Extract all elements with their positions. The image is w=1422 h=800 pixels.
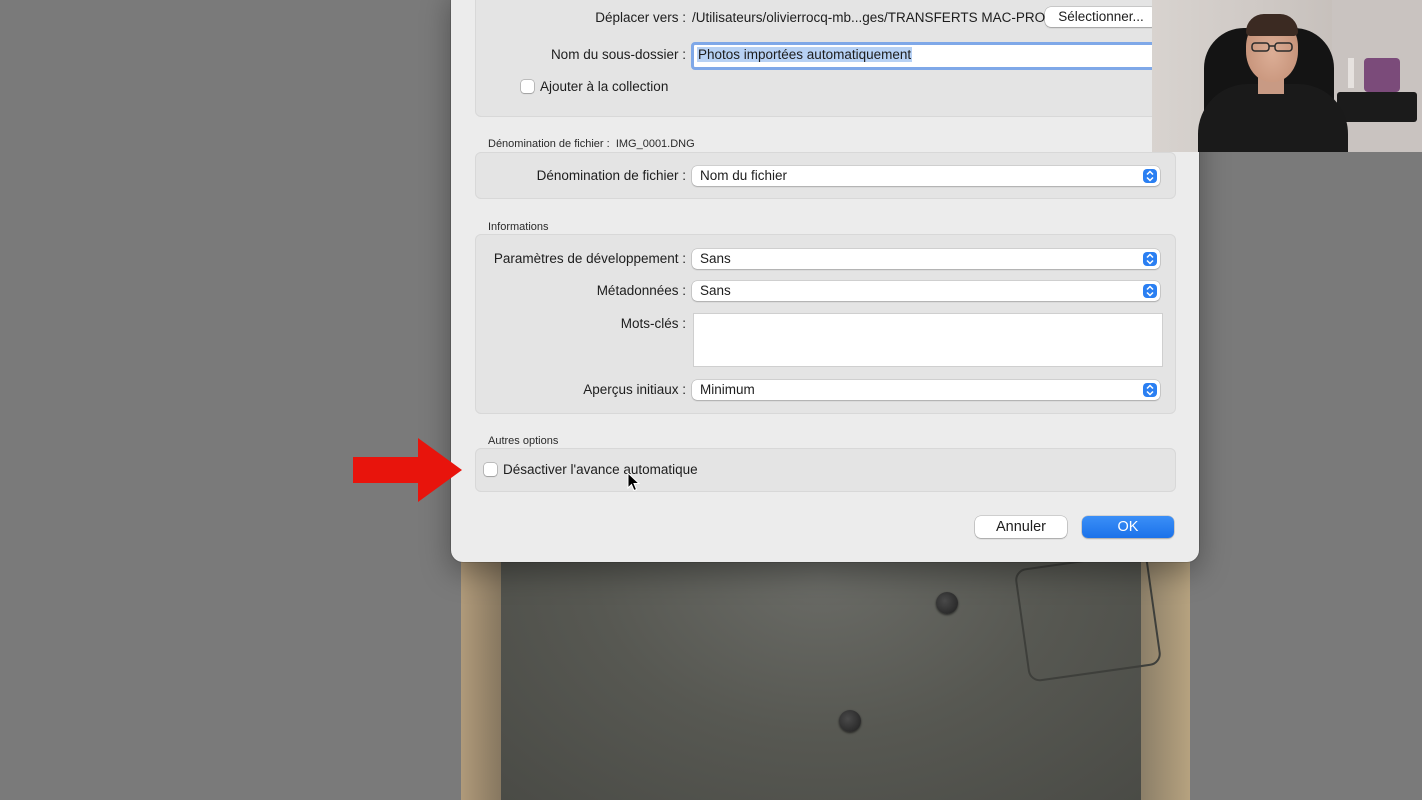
metadata-select[interactable]: Sans	[692, 281, 1160, 301]
file-naming-label: Dénomination de fichier :	[536, 168, 686, 183]
initial-previews-select[interactable]: Minimum	[692, 380, 1160, 400]
webcam-overlay	[1152, 0, 1422, 152]
add-to-collection-label: Ajouter à la collection	[540, 79, 669, 94]
select-folder-button[interactable]: Sélectionner...	[1045, 7, 1157, 27]
photo-button	[839, 710, 861, 732]
informations-section-title: Informations	[488, 221, 549, 233]
photo-button	[936, 592, 958, 614]
disable-auto-advance-checkbox[interactable]	[484, 463, 497, 476]
photo-pocket	[1013, 551, 1163, 683]
metadata-value: Sans	[700, 283, 731, 298]
disable-auto-advance-label: Désactiver l'avance automatique	[503, 462, 698, 477]
move-to-label: Déplacer vers :	[595, 10, 686, 25]
file-naming-section-title: Dénomination de fichier : IMG_0001.DNG	[488, 138, 695, 150]
chevron-updown-icon	[1143, 169, 1157, 183]
move-to-path: /Utilisateurs/olivierrocq-mb...ges/TRANS…	[692, 10, 1046, 25]
presenter-body	[1198, 84, 1348, 152]
keywords-label: Mots-clés :	[620, 316, 686, 331]
file-naming-select-value: Nom du fichier	[700, 168, 788, 183]
initial-previews-label: Aperçus initiaux :	[583, 382, 686, 397]
metadata-label: Métadonnées :	[596, 283, 686, 298]
mouse-cursor-icon	[627, 472, 641, 492]
develop-settings-label: Paramètres de développement :	[493, 251, 686, 266]
chevron-updown-icon	[1143, 252, 1157, 266]
import-preset-dialog: Déplacer vers : /Utilisateurs/olivierroc…	[451, 0, 1199, 562]
chevron-updown-icon	[1143, 284, 1157, 298]
presenter-glasses	[1251, 42, 1293, 52]
screen: Déplacer vers : /Utilisateurs/olivierroc…	[0, 0, 1422, 800]
develop-settings-value: Sans	[700, 251, 731, 266]
ok-button[interactable]: OK	[1082, 516, 1174, 538]
file-naming-select[interactable]: Nom du fichier	[692, 166, 1160, 186]
red-arrow-icon	[353, 438, 462, 502]
webcam-desk-equipment	[1337, 92, 1417, 122]
file-naming-sample: IMG_0001.DNG	[615, 138, 695, 150]
file-naming-section-label: Dénomination de fichier :	[488, 138, 610, 150]
webcam-decoration	[1364, 58, 1400, 92]
background-photo	[461, 520, 1190, 800]
initial-previews-value: Minimum	[700, 382, 755, 397]
add-to-collection-checkbox[interactable]	[521, 80, 534, 93]
subfolder-name-value: Photos importées automatiquement	[697, 47, 913, 62]
subfolder-name-field[interactable]: Photos importées automatiquement	[691, 42, 1157, 70]
chevron-updown-icon	[1143, 383, 1157, 397]
other-options-section-title: Autres options	[488, 435, 559, 447]
develop-settings-select[interactable]: Sans	[692, 249, 1160, 269]
presenter-hair	[1246, 14, 1298, 36]
subfolder-label: Nom du sous-dossier :	[550, 47, 686, 62]
keywords-textarea[interactable]	[693, 313, 1163, 367]
webcam-lamp	[1348, 58, 1354, 88]
cancel-button[interactable]: Annuler	[975, 516, 1067, 538]
